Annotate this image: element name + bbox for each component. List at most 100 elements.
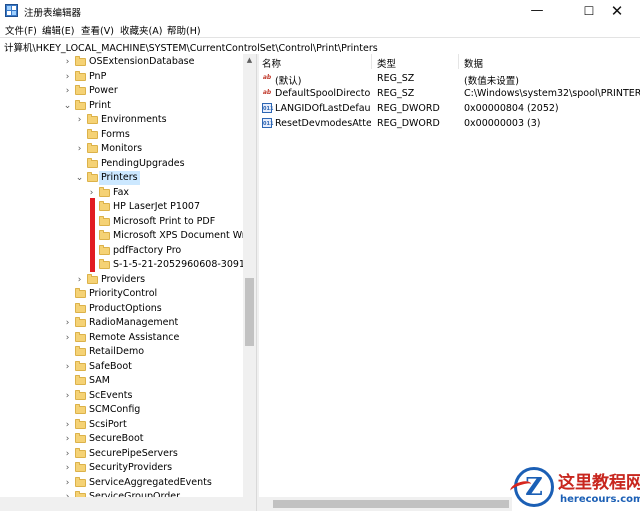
tree-item[interactable]: Forms [0,128,244,142]
tree-item[interactable]: › Monitors [0,142,244,156]
tree-item[interactable]: ⌄ Print [0,99,244,113]
chevron-right-icon[interactable] [63,345,72,359]
chevron-right-icon[interactable] [75,157,84,171]
tree-item[interactable]: › RadioManagement [0,316,244,330]
menu-file[interactable]: 文件(F) [5,23,37,37]
close-button[interactable]: ✕ [594,0,640,22]
menu-edit[interactable]: 编辑(E) [42,23,74,37]
chevron-right-icon[interactable]: › [63,316,72,330]
tree-item[interactable]: › ScEvents [0,389,244,403]
tree-item-label[interactable]: ScEvents [87,389,134,403]
tree-item[interactable]: ›Microsoft Print to PDF [0,215,244,229]
chevron-right-icon[interactable]: › [75,113,84,127]
tree-item-label[interactable]: SAM [87,374,112,388]
chevron-right-icon[interactable] [63,374,72,388]
tree-item-label[interactable]: ScsiPort [87,418,129,432]
tree-item-label[interactable]: pdfFactory Pro [111,244,183,258]
chevron-right-icon[interactable] [63,403,72,417]
tree-item-label[interactable]: Providers [99,273,147,287]
list-item[interactable]: 011LANGIDOfLastDefault... REG_DWORD 0x0000… [259,101,640,116]
tree-item[interactable]: ›S-1-5-21-2052960608-3091730 [0,258,256,272]
chevron-right-icon[interactable] [63,302,72,316]
tree-item[interactable]: › Providers [0,273,244,287]
address-path[interactable]: 计算机\HKEY_LOCAL_MACHINE\SYSTEM\CurrentCon… [4,40,378,54]
column-divider[interactable] [371,54,372,69]
tree-item[interactable]: SAM [0,374,244,388]
tree-item-label[interactable]: RadioManagement [87,316,180,330]
tree-item[interactable]: › Environments [0,113,244,127]
tree-item[interactable]: › Fax [0,186,244,200]
chevron-right-icon[interactable]: › [75,273,84,287]
tree-item[interactable]: PriorityControl [0,287,244,301]
tree-item-label[interactable]: SecureBoot [87,432,146,446]
tree-item-label[interactable]: RetailDemo [87,345,146,359]
tree-item-label[interactable]: Microsoft Print to PDF [111,215,217,229]
menu-help[interactable]: 帮助(H) [167,23,201,37]
tree-item-label[interactable]: SecurityProviders [87,461,174,475]
chevron-right-icon[interactable]: › [75,142,84,156]
tree-item-label[interactable]: Environments [99,113,169,127]
tree-scroll-thumb[interactable] [245,278,254,346]
tree-item-label[interactable]: SCMConfig [87,403,142,417]
tree-item-label[interactable]: ServiceAggregatedEvents [87,476,214,490]
minimize-button[interactable]: — [514,0,560,22]
tree-item-label[interactable]: Forms [99,128,132,142]
chevron-right-icon[interactable]: › [63,432,72,446]
tree-item-label[interactable]: Monitors [99,142,144,156]
tree-item[interactable]: ›pdfFactory Pro [0,244,244,258]
chevron-right-icon[interactable]: › [63,360,72,374]
tree-item[interactable]: › ServiceAggregatedEvents [0,476,244,490]
tree-item[interactable]: ⌄ Printers [0,171,244,185]
list-scroll-thumb[interactable] [273,500,509,508]
tree-item[interactable]: PendingUpgrades [0,157,244,171]
tree-item[interactable]: › PnP [0,70,244,84]
chevron-right-icon[interactable]: › [63,447,72,461]
tree-item[interactable]: › Power [0,84,244,98]
tree-item-label[interactable]: SecurePipeServers [87,447,180,461]
chevron-right-icon[interactable]: › [63,476,72,490]
list-item[interactable]: ab (默认) REG_SZ (数值未设置) [259,71,640,87]
chevron-right-icon[interactable]: › [63,418,72,432]
tree-item-label[interactable]: Fax [111,186,131,200]
tree-item-label[interactable]: SafeBoot [87,360,134,374]
tree-item[interactable]: SCMConfig [0,403,244,417]
list-item[interactable]: ab DefaultSpoolDirectory REG_SZ C:\Windows\… [259,86,640,101]
scroll-up-arrow-icon[interactable]: ▲ [243,54,256,66]
tree-item-label[interactable]: OSExtensionDatabase [87,55,196,69]
chevron-right-icon[interactable]: › [63,461,72,475]
tree-item[interactable]: › OSExtensionDatabase [0,55,244,69]
tree-item[interactable]: › SecurityProviders [0,461,244,475]
chevron-right-icon[interactable]: › [63,55,72,69]
chevron-right-icon[interactable]: › [63,70,72,84]
tree-item[interactable]: ProductOptions [0,302,244,316]
address-bar[interactable]: 计算机\HKEY_LOCAL_MACHINE\SYSTEM\CurrentCon… [0,37,640,55]
tree-item-label[interactable]: HP LaserJet P1007 [111,200,202,214]
column-header-type[interactable]: 类型 [377,56,396,70]
tree-item-label[interactable]: PriorityControl [87,287,159,301]
tree-item-label[interactable]: Power [87,84,120,98]
chevron-right-icon[interactable] [63,287,72,301]
tree-item-label[interactable]: Microsoft XPS Document Write [111,229,256,243]
tree-item-label[interactable]: PnP [87,70,108,84]
tree-item[interactable]: › SafeBoot [0,360,244,374]
chevron-down-icon[interactable]: ⌄ [75,171,84,185]
column-header-data[interactable]: 数据 [464,56,483,70]
chevron-down-icon[interactable]: ⌄ [63,99,72,113]
list-item[interactable]: 011 ResetDevmodesAtte... REG_DWORD 0x000000… [259,116,640,131]
chevron-right-icon[interactable]: › [63,84,72,98]
tree-item[interactable]: › Remote Assistance [0,331,244,345]
chevron-right-icon[interactable]: › [63,331,72,345]
tree-item[interactable]: › SecurePipeServers [0,447,244,461]
tree-item[interactable]: RetailDemo [0,345,244,359]
tree-horizontal-scrollbar[interactable] [0,497,256,511]
tree-item-label[interactable]: Printers [99,171,140,185]
menu-view[interactable]: 查看(V) [81,23,114,37]
tree-item[interactable]: ›Microsoft XPS Document Write [0,229,256,243]
tree-vertical-scrollbar[interactable]: ▲ [243,54,256,497]
tree-item-label[interactable]: PendingUpgrades [99,157,187,171]
tree-item[interactable]: › ScsiPort [0,418,244,432]
tree-item[interactable]: ›HP LaserJet P1007 [0,200,244,214]
chevron-right-icon[interactable]: › [63,389,72,403]
tree-item-label[interactable]: S-1-5-21-2052960608-3091730 [111,258,256,272]
column-header-name[interactable]: 名称 [262,56,281,70]
